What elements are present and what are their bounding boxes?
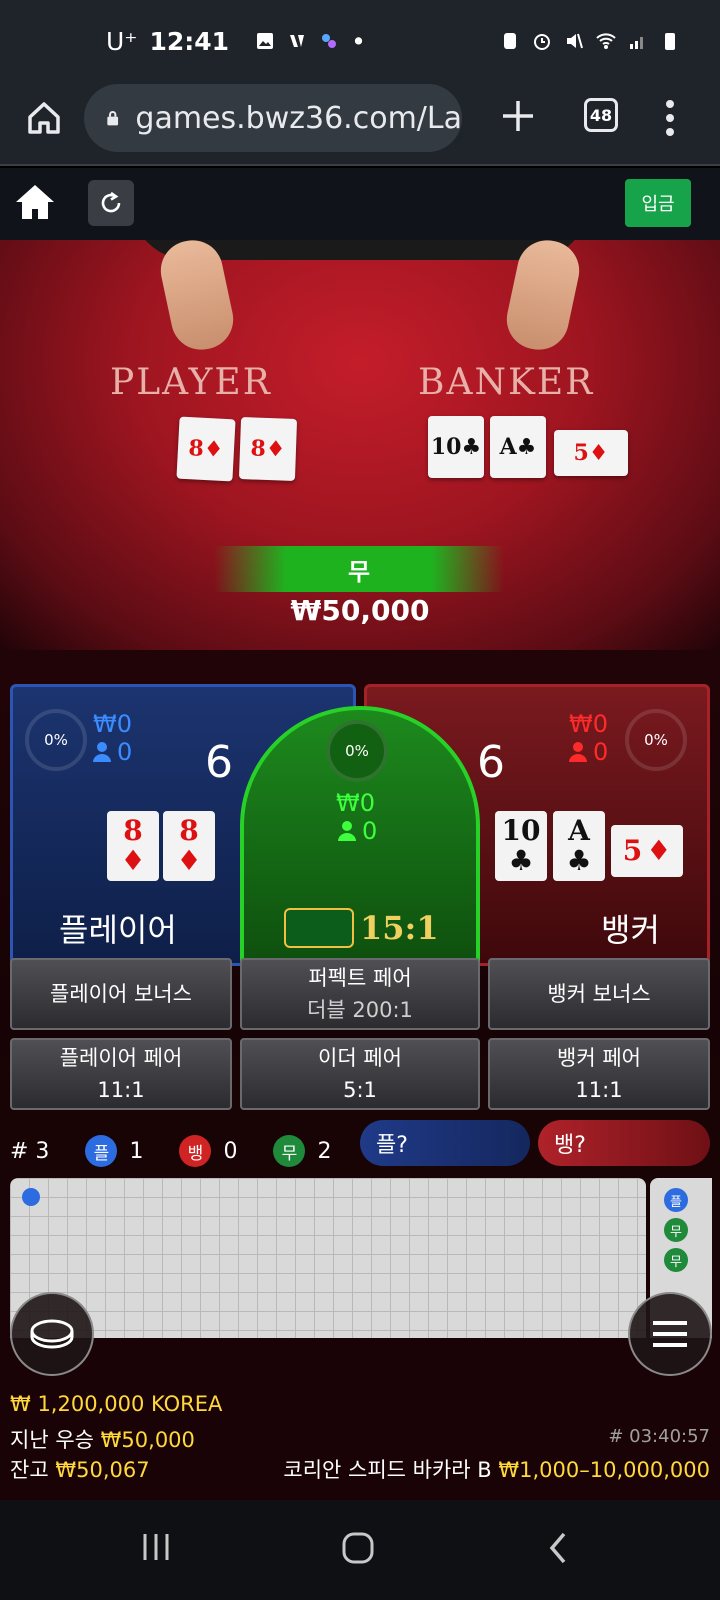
jackpot-text: ₩ 1,200,000 KOREA [10,1392,223,1416]
browser-toolbar: games.bwz36.com/La 48 [0,82,720,166]
mute-icon [567,33,583,49]
refresh-icon [101,191,121,213]
banker-card-1: 10 ♣ [495,811,547,881]
alarm-icon [534,34,550,50]
player-bonus-button[interactable]: 플레이어 보너스 [10,958,232,1030]
game-id: # 03:40:57 [608,1426,710,1447]
game-menu-button[interactable] [628,1292,712,1376]
refresh-button[interactable] [88,180,134,226]
tie-payout: 15:1 [284,908,439,948]
wifi-icon [596,33,616,49]
tie-bettors: 0 [338,818,377,844]
player-card-1: 8 ♦ [107,811,159,881]
tie-bet-spot[interactable]: 0% ₩0 0 15:1 [240,706,480,968]
banker-win-count: 뱅0 [179,1135,237,1167]
user-icon [569,742,587,762]
table-player-label: PLAYER [110,362,272,403]
banker-bettors: 0 [569,739,608,765]
carrier-label: U⁺ [106,26,138,56]
tab-switcher-button[interactable]: 48 [584,98,618,132]
home-nav-icon[interactable] [340,1530,376,1566]
mini-road-tie-2: 무 [664,1248,688,1272]
url-text: games.bwz36.com/La [135,100,462,136]
lock-icon [107,111,119,126]
tie-count: 무2 [273,1135,331,1167]
browser-home-icon[interactable] [24,98,64,138]
chip-icon [284,908,354,948]
browser-menu-icon[interactable] [664,98,676,138]
banker-score: 6 [477,737,505,788]
win-amount: ₩50,000 [290,594,430,627]
mini-road-tie-1: 무 [664,1218,688,1242]
table-banker-card-2: A ♣ [490,416,546,478]
mini-road-player: 플 [664,1188,688,1212]
banker-total-amount: ₩0 [569,710,608,738]
chip-stack-icon [30,1319,74,1349]
tie-total-amount: ₩0 [336,789,375,817]
banker-label: 뱅커 [601,911,660,949]
player-percent: 0% [25,709,87,771]
table-banker-label: BANKER [418,362,595,403]
tie-ratio: 15:1 [360,909,439,947]
deposit-button[interactable]: 입금 [625,179,691,227]
player-bettors: 0 [93,739,132,765]
banker-card-3: 5 ♦ [611,825,683,877]
table-banker-card-3: 5 ♦ [554,430,628,476]
last-win: 지난 우승 ₩50,000 [10,1428,195,1452]
banker-pair-button[interactable]: 뱅커 페어 11:1 [488,1038,710,1110]
table-player-card-1: 8 ♦ [176,416,236,482]
roadmap-marker [22,1188,40,1206]
notification-icon [290,35,305,47]
bead-road [10,1178,646,1338]
user-icon [93,742,111,762]
betting-area: 0% ₩0 0 6 8 ♦ 8 ♦ 플레이어 0% ₩0 0 6 10 ♣ A ♣ 5 ♦… [0,650,720,1500]
clock: 12:41 [149,26,230,56]
gallery-icon [257,33,274,49]
player-ask-button[interactable]: 플? [360,1120,530,1166]
status-bar: U⁺ 12:41 • [0,0,720,82]
table-player-card-2: 8 ♦ [238,417,298,481]
player-score: 6 [205,737,233,788]
sparkle-icon [322,34,337,48]
site-toolbar: 입금 [0,168,720,240]
banker-card-2: A ♣ [553,811,605,881]
either-pair-button[interactable]: 이더 페어 5:1 [240,1038,480,1110]
player-card-2: 8 ♦ [163,811,215,881]
player-total-amount: ₩0 [93,710,132,738]
player-pair-button[interactable]: 플레이어 페어 11:1 [10,1038,232,1110]
banker-ask-button[interactable]: 뱅? [538,1120,710,1166]
player-win-count: 플1 [85,1135,143,1167]
hamburger-icon [653,1321,687,1347]
recent-apps-icon[interactable] [140,1530,172,1564]
table-banker-card-1: 10 ♣ [428,416,484,478]
system-nav-bar [0,1500,720,1600]
round-result-banner: 무 [214,546,504,592]
banker-bonus-button[interactable]: 뱅커 보너스 [488,958,710,1030]
perfect-pair-button[interactable]: 퍼펙트 페어 더블 200:1 [240,958,480,1030]
battery-saver-icon [504,33,516,49]
more-notifications-icon: • [351,26,366,56]
new-tab-icon[interactable] [500,98,536,134]
site-home-icon[interactable] [14,182,56,222]
user-icon [338,821,356,841]
balance: 잔고 ₩50,067 [10,1458,150,1482]
battery-icon [665,33,675,50]
table-info: 코리안 스피드 바카라 B ₩1,000–10,000,000 [283,1458,710,1482]
address-bar[interactable]: games.bwz36.com/La [84,84,462,152]
banker-percent: 0% [625,709,687,771]
round-number: # 3 [10,1138,50,1164]
chip-stack-button[interactable] [10,1292,94,1376]
tie-percent: 0% [326,720,388,782]
signal-icon [630,37,643,49]
live-video: PLAYER BANKER 8 ♦ 8 ♦ 10 ♣ A ♣ 5 ♦ 무 ₩50,000 [0,240,720,650]
player-label: 플레이어 [59,911,177,949]
back-nav-icon[interactable] [546,1530,570,1566]
